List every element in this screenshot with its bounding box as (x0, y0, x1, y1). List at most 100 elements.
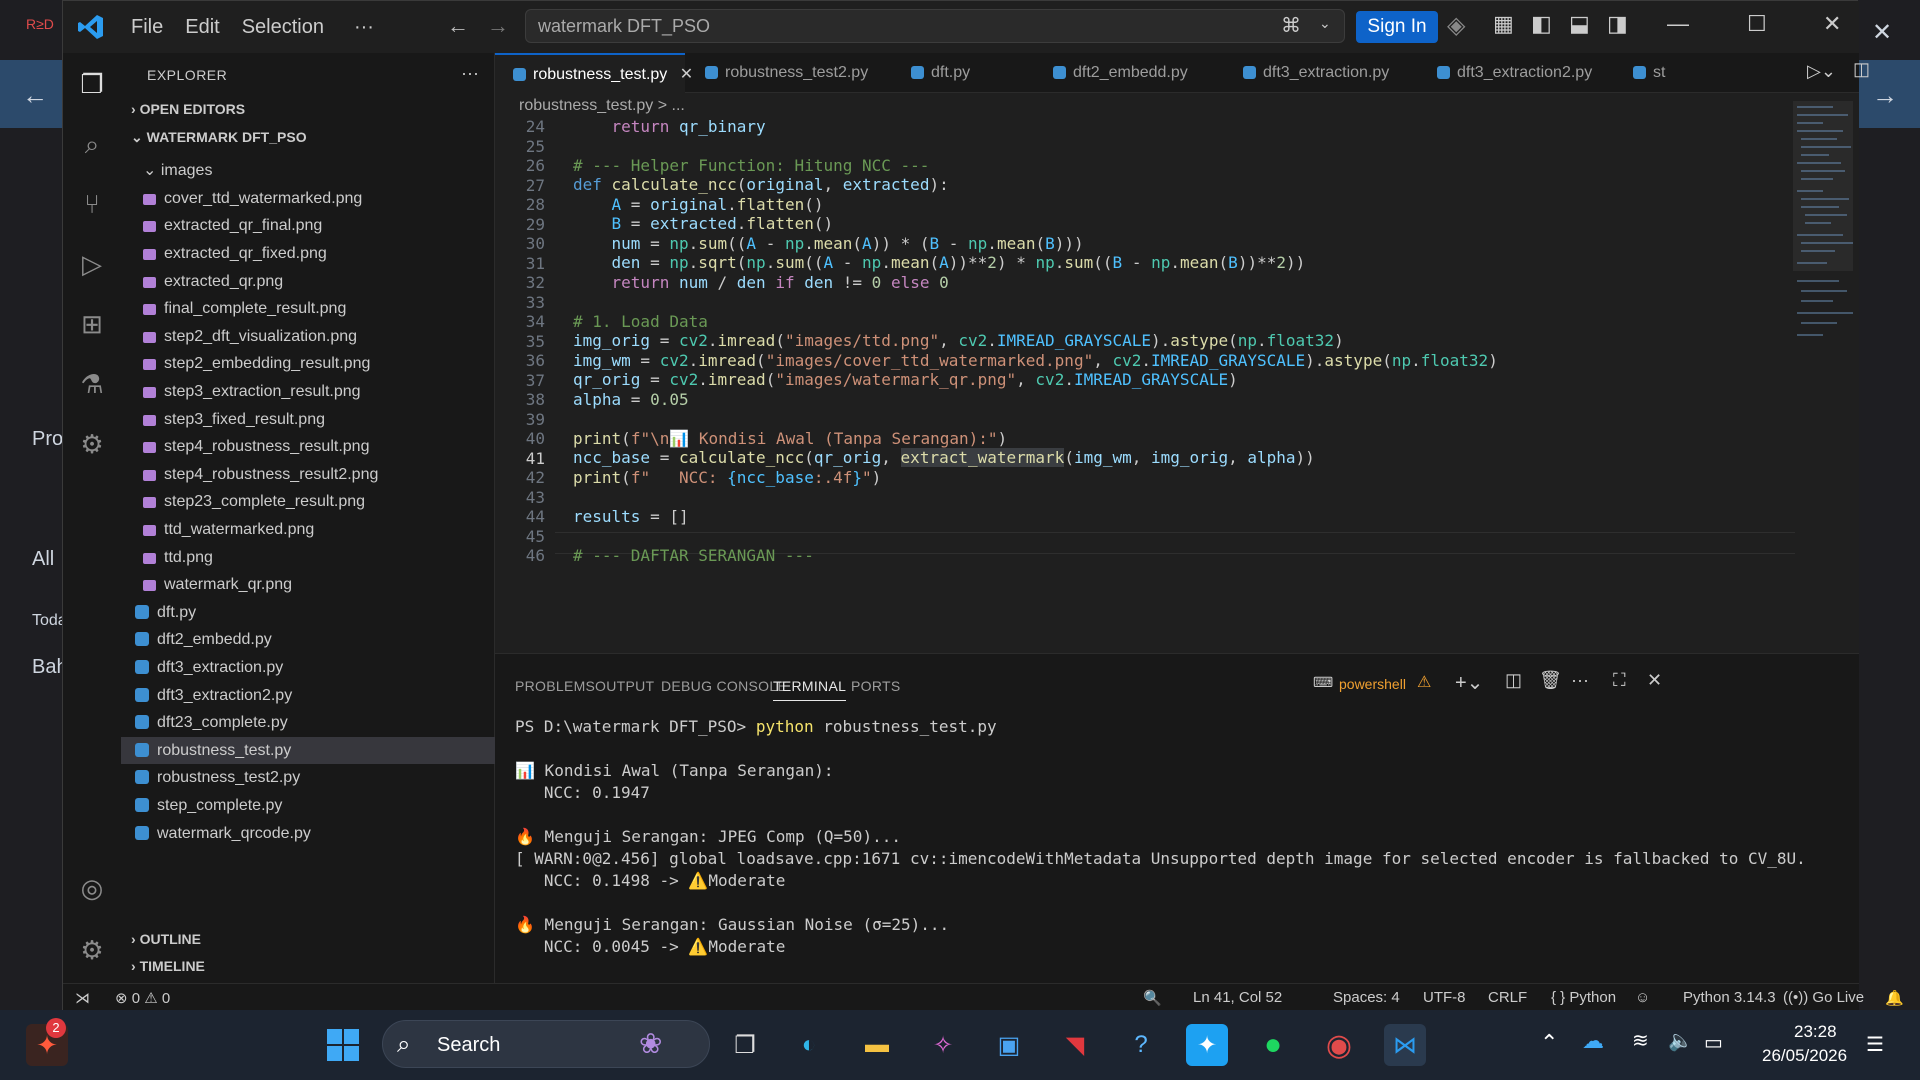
maximize-icon[interactable]: ☐ (1747, 11, 1767, 37)
file-item[interactable]: dft23_complete.py (121, 709, 495, 736)
file-item[interactable]: step4_robustness_result2.png (121, 461, 495, 488)
editor-tab[interactable]: st (1615, 53, 1685, 93)
copilot-status-icon[interactable]: ☺ (1635, 989, 1650, 1006)
chevron-down-icon[interactable]: ⌄ (1319, 15, 1331, 32)
file-item[interactable]: extracted_qr_fixed.png (121, 240, 495, 267)
spotify-icon[interactable]: ● (1252, 1024, 1294, 1066)
python-icon[interactable]: ⚙ (75, 427, 109, 461)
file-item[interactable]: ttd.png (121, 544, 495, 571)
battery-icon[interactable]: ▭ (1704, 1030, 1723, 1055)
zoom-icon[interactable]: 🔍 (1143, 989, 1162, 1007)
split-editor-icon[interactable]: ◫ (1853, 59, 1870, 80)
forward-arrow-icon[interactable]: → (487, 13, 509, 39)
python-interpreter[interactable]: Python 3.14.3 (1683, 989, 1776, 1006)
file-item[interactable]: step4_robustness_result.png (121, 433, 495, 460)
minimap[interactable] (1793, 101, 1859, 653)
editor-tab[interactable]: dft2_embedd.py (1035, 53, 1223, 93)
manage-gear-icon[interactable]: ⚙ (75, 933, 109, 967)
run-icon[interactable]: ▷⌄ (1807, 61, 1836, 82)
menu-selection[interactable]: Selection (242, 16, 324, 39)
close-panel-icon[interactable]: ✕ (1647, 670, 1662, 691)
taskbar-search[interactable]: ⌕ Search ❀ (382, 1020, 710, 1068)
wifi-icon[interactable]: ≋ (1632, 1028, 1649, 1053)
open-editors-section[interactable]: › OPEN EDITORS (131, 101, 245, 117)
clock-date[interactable]: 26/05/2026 (1762, 1046, 1847, 1066)
menu-edit[interactable]: Edit (185, 16, 219, 39)
notifications-bell-icon[interactable]: 🔔 (1885, 989, 1904, 1007)
file-item[interactable]: step2_embedding_result.png (121, 350, 495, 377)
toggle-sidebar-icon[interactable]: ◧ (1531, 11, 1552, 37)
panel-tab[interactable]: DEBUG CONSOLE (661, 678, 787, 694)
terminal-output[interactable]: PS D:\watermark DFT_PSO> python robustne… (515, 716, 1806, 958)
timeline-section[interactable]: › TIMELINE (131, 958, 205, 974)
file-item[interactable]: dft3_extraction2.py (121, 682, 495, 709)
toggle-panel-icon[interactable]: ⬓ (1569, 11, 1590, 37)
file-item[interactable]: watermark_qrcode.py (121, 820, 495, 847)
back-arrow-icon[interactable]: ← (447, 13, 469, 39)
trash-icon[interactable]: 🗑 (1539, 670, 1562, 691)
close-window-icon[interactable]: ✕ (1823, 11, 1841, 37)
file-explorer-icon[interactable]: ▬ (856, 1024, 898, 1066)
editor-tab[interactable]: robustness_test.py ✕ (495, 53, 693, 93)
new-terminal-icon[interactable]: +⌄ (1455, 670, 1483, 695)
file-item[interactable]: dft3_extraction.py (121, 654, 495, 681)
sign-in-button[interactable]: Sign In (1356, 11, 1438, 43)
maximize-panel-icon[interactable]: ⛶ (1613, 670, 1626, 691)
explorer-icon[interactable]: ❐ (75, 67, 109, 101)
account-icon[interactable]: ◎ (75, 871, 109, 905)
code-view[interactable]: 24 25 26 27 28 29 30 31 32 33 34 35 36 37 38 39 40 41 42 43… (495, 117, 1859, 653)
go-live-button[interactable]: ((•)) Go Live (1783, 989, 1864, 1006)
editor-tab[interactable]: dft3_extraction.py (1225, 53, 1417, 93)
breadcrumb[interactable]: robustness_test.py > ... (519, 97, 685, 115)
editor-tab[interactable]: dft.py (893, 53, 1033, 93)
run-debug-icon[interactable]: ▷ (75, 247, 109, 281)
explorer-more-icon[interactable]: ··· (461, 63, 479, 84)
file-item[interactable]: ttd_watermarked.png (121, 516, 495, 543)
editor-tab[interactable]: dft3_extraction2.py (1419, 53, 1613, 93)
file-item[interactable]: watermark_qr.png (121, 571, 495, 598)
panel-tab[interactable]: TERMINAL (773, 678, 847, 701)
panel-tab[interactable]: PROBLEMS (515, 678, 595, 694)
panel-tab[interactable]: PORTS (851, 678, 900, 694)
encoding[interactable]: UTF-8 (1423, 989, 1466, 1006)
onedrive-icon[interactable]: ☁ (1582, 1028, 1604, 1054)
windows-start-icon[interactable] (322, 1024, 364, 1066)
file-item[interactable]: extracted_qr.png (121, 268, 495, 295)
store-icon[interactable]: ▣ (988, 1024, 1030, 1066)
cursor-position[interactable]: Ln 41, Col 52 (1193, 989, 1282, 1006)
file-item[interactable]: step3_fixed_result.png (121, 406, 495, 433)
outline-section[interactable]: › OUTLINE (131, 931, 201, 947)
file-item[interactable]: dft2_embedd.py (121, 626, 495, 653)
more-icon[interactable]: ··· (1571, 670, 1589, 691)
copilot-app-icon[interactable]: ✧ (922, 1024, 964, 1066)
file-item[interactable]: final_complete_result.png (121, 295, 495, 322)
remote-icon[interactable]: ⋊ (75, 989, 90, 1007)
menu-more[interactable]: ··· (354, 16, 374, 39)
edge-icon[interactable]: ◐ (788, 1024, 830, 1066)
folder-images[interactable]: ⌄ images (121, 157, 495, 184)
task-view-icon[interactable]: ❐ (724, 1024, 766, 1066)
panel-tab[interactable]: OUTPUT (595, 678, 654, 694)
file-item[interactable]: extracted_qr_final.png (121, 212, 495, 239)
volume-icon[interactable]: 🔈 (1668, 1028, 1693, 1053)
file-item[interactable]: robustness_test.py (121, 736, 495, 764)
background-close-icon[interactable]: ✕ (1872, 18, 1892, 47)
file-item[interactable]: robustness_test2.py (121, 764, 495, 791)
file-item[interactable]: step23_complete_result.png (121, 488, 495, 515)
file-item[interactable]: cover_ttd_watermarked.png (121, 185, 495, 212)
toggle-secondary-sidebar-icon[interactable]: ◨ (1607, 11, 1628, 37)
twitter-icon[interactable]: ✦ (1186, 1024, 1228, 1066)
background-forward-icon[interactable]: → (1872, 80, 1898, 111)
terminal-icon[interactable]: ⌨ (1313, 674, 1333, 691)
minimize-icon[interactable]: — (1667, 11, 1689, 37)
split-terminal-icon[interactable]: ◫ (1505, 670, 1522, 691)
line-ending[interactable]: CRLF (1488, 989, 1527, 1006)
file-item[interactable]: step3_extraction_result.png (121, 378, 495, 405)
extensions-icon[interactable]: ⊞ (75, 307, 109, 341)
command-center-search[interactable]: watermark DFT_PSO (525, 9, 1345, 43)
chrome-icon[interactable]: ◉ (1318, 1024, 1360, 1066)
mcafee-icon[interactable]: ◥ (1054, 1024, 1096, 1066)
vscode-taskbar-icon[interactable]: ⋈ (1384, 1024, 1426, 1066)
shell-name[interactable]: powershell (1339, 676, 1406, 692)
chevron-up-icon[interactable]: ⌃ (1540, 1030, 1558, 1056)
